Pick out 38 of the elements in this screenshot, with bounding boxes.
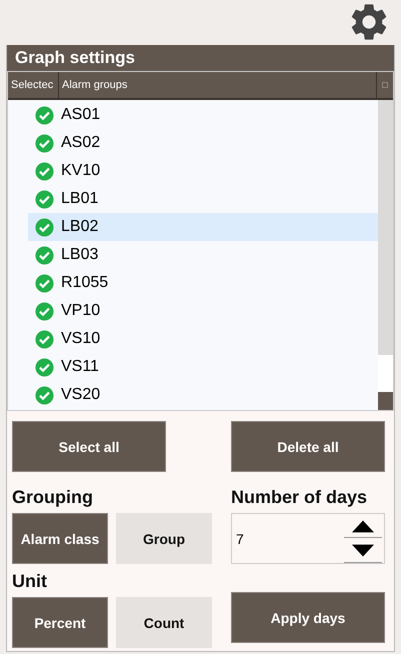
table-row[interactable]: LB02 bbox=[28, 213, 378, 241]
column-header[interactable]: Selectec bbox=[8, 72, 59, 98]
table-row[interactable]: LB01 bbox=[28, 185, 378, 213]
apply-days-button[interactable]: Apply days bbox=[231, 592, 385, 643]
delete-all-button[interactable]: Delete all bbox=[231, 421, 385, 472]
square-icon bbox=[382, 82, 388, 88]
table-row[interactable]: AS01 bbox=[28, 101, 378, 129]
table-row[interactable]: VS20 bbox=[28, 381, 378, 409]
table-row[interactable]: VP10 bbox=[28, 297, 378, 325]
scrollbar[interactable] bbox=[378, 100, 393, 410]
table-row[interactable]: KV10 bbox=[28, 157, 378, 185]
table-row[interactable]: AS02 bbox=[28, 129, 378, 157]
days-label: Number of days bbox=[231, 486, 368, 508]
unit-label: Unit bbox=[12, 570, 48, 592]
table-row[interactable]: VS11 bbox=[28, 353, 378, 381]
days-field[interactable]: 7 bbox=[231, 513, 385, 564]
panel-title: Graph settings bbox=[7, 45, 394, 71]
grouping-option[interactable]: Alarm class bbox=[12, 513, 108, 564]
check-circle-icon[interactable] bbox=[35, 106, 54, 124]
grouping-label: Grouping bbox=[12, 486, 94, 508]
check-circle-icon[interactable] bbox=[35, 274, 54, 292]
select-all-button[interactable]: Select all bbox=[12, 421, 166, 472]
check-circle-icon[interactable] bbox=[35, 302, 54, 320]
grouping-option[interactable]: Group bbox=[116, 513, 212, 564]
check-circle-icon[interactable] bbox=[35, 218, 54, 236]
column-header[interactable]: Alarm groups bbox=[59, 72, 377, 98]
table-row[interactable]: R1055 bbox=[28, 269, 378, 297]
unit-option[interactable]: Percent bbox=[12, 597, 108, 648]
check-circle-icon[interactable] bbox=[35, 162, 54, 180]
check-circle-icon[interactable] bbox=[35, 330, 54, 348]
check-circle-icon[interactable] bbox=[35, 386, 54, 404]
table-row[interactable]: LB03 bbox=[28, 241, 378, 269]
table-row[interactable]: VS10 bbox=[28, 325, 378, 353]
unit-option[interactable]: Count bbox=[116, 597, 212, 648]
check-circle-icon[interactable] bbox=[35, 246, 54, 264]
check-circle-icon[interactable] bbox=[35, 134, 54, 152]
check-circle-icon[interactable] bbox=[35, 190, 54, 208]
check-circle-icon[interactable] bbox=[35, 358, 54, 376]
